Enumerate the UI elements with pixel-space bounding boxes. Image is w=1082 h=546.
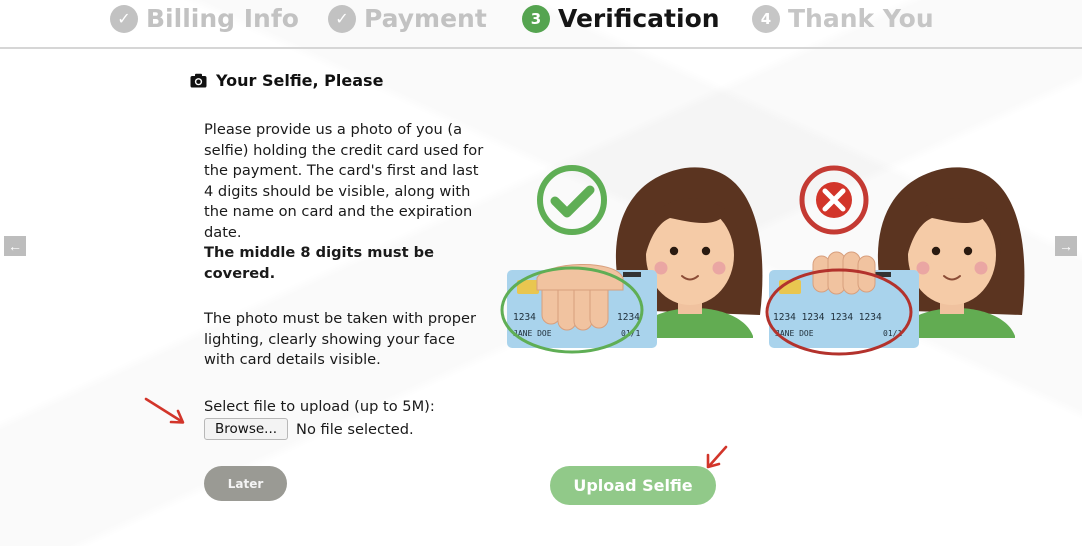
checkmark-icon: ✓	[328, 4, 356, 33]
section-heading: Your Selfie, Please	[190, 71, 383, 90]
correct-example: 1234 1234 JANE DOE 01/1	[500, 165, 763, 354]
camera-icon	[190, 73, 207, 88]
file-status: No file selected.	[296, 420, 414, 438]
step-billing-info[interactable]: ✓ Billing Info	[110, 4, 299, 33]
step-label: Verification	[558, 4, 720, 33]
previous-arrow-icon[interactable]: ←	[4, 236, 26, 256]
checkout-steps: ✓ Billing Info ✓ Payment 3 Verification …	[0, 0, 1082, 49]
instructions-text: Please provide us a photo of you (a self…	[204, 121, 484, 241]
file-input[interactable]: Browse... No file selected.	[204, 418, 414, 440]
step-verification: 3 Verification	[522, 4, 720, 33]
upload-label: Select file to upload (up to 5M):	[204, 398, 435, 415]
step-thank-you: 4 Thank You	[752, 4, 934, 33]
step-label: Thank You	[788, 4, 934, 33]
annotation-arrow-icon	[706, 445, 728, 469]
annotation-arrow-icon	[144, 397, 185, 424]
next-arrow-icon[interactable]: →	[1055, 236, 1077, 256]
later-button[interactable]: Later	[204, 466, 287, 501]
selfie-example-illustration: 1234 1234 JANE DOE 01/1 1234 1234 1234 1…	[500, 165, 1025, 356]
checkmark-icon	[550, 185, 595, 218]
upload-selfie-button[interactable]: Upload Selfie	[550, 466, 716, 505]
step-number-badge: 3	[522, 4, 550, 33]
step-payment[interactable]: ✓ Payment	[328, 4, 487, 33]
step-number-badge: 4	[752, 4, 780, 33]
step-label: Billing Info	[146, 4, 299, 33]
card-number-last: 1234	[617, 312, 640, 323]
browse-button[interactable]: Browse...	[204, 418, 289, 440]
card-number-full: 1234 1234 1234 1234	[773, 312, 882, 323]
checkmark-icon: ✓	[110, 4, 138, 33]
step-label: Payment	[364, 4, 487, 33]
instructions-paragraph: Please provide us a photo of you (a self…	[204, 120, 484, 284]
check-circle-icon	[537, 165, 607, 235]
card-number-first: 1234	[513, 312, 536, 323]
lighting-paragraph: The photo must be taken with proper ligh…	[204, 310, 477, 368]
section-title: Your Selfie, Please	[216, 71, 384, 90]
instructions-emphasis: The middle 8 digits must be covered.	[204, 244, 434, 282]
incorrect-example: 1234 1234 1234 1234 JANE DOE 01/1	[765, 165, 1025, 356]
header-divider	[0, 47, 1082, 49]
